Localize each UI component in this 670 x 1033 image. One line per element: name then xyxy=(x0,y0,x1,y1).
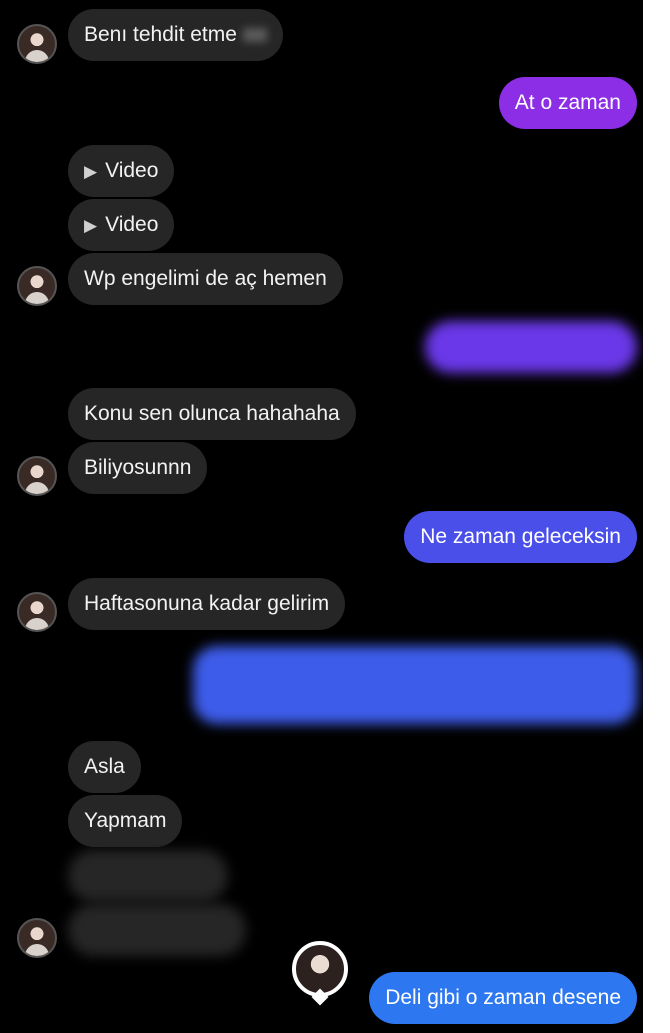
video-label: Video xyxy=(105,213,159,236)
contact-avatar[interactable] xyxy=(17,266,57,306)
message-bubble-incoming[interactable]: Konu sen olunca hahahaha xyxy=(68,388,356,440)
message-text: Konu sen olunca hahahaha xyxy=(84,402,340,425)
contact-avatar[interactable] xyxy=(17,592,57,632)
video-label: Video xyxy=(105,159,159,182)
video-message[interactable]: ▶ Video xyxy=(68,199,175,251)
message-text: Haftasonuna kadar gelirim xyxy=(84,592,330,615)
message-text: Ne zaman geleceksin xyxy=(420,525,621,548)
message-text: Yapmam xyxy=(84,809,167,832)
message-bubble-incoming[interactable]: Asla xyxy=(68,741,141,793)
message-text: At o zaman xyxy=(514,91,621,114)
message-bubble-outgoing-redacted[interactable] xyxy=(193,646,637,724)
contact-avatar[interactable] xyxy=(17,24,57,64)
message-bubble-incoming[interactable]: Haftasonuna kadar gelirim xyxy=(68,578,346,630)
message-text: Deli gibi o zaman desene xyxy=(385,986,621,1009)
message-text: Biliyosunnn xyxy=(84,456,192,479)
message-bubble-outgoing-redacted[interactable] xyxy=(425,321,637,373)
chat-screen: Benı tehdit etme At o zaman ▶ Video ▶ Vide… xyxy=(0,0,643,1033)
contact-avatar[interactable] xyxy=(17,918,57,958)
message-text: Asla xyxy=(84,755,125,778)
message-bubble-incoming[interactable]: Biliyosunnn xyxy=(68,442,208,494)
play-icon: ▶ xyxy=(84,162,98,181)
message-bubble-incoming-redacted[interactable] xyxy=(68,904,246,956)
censored-text xyxy=(242,28,267,43)
seen-avatar xyxy=(292,941,348,997)
video-message[interactable]: ▶ Video xyxy=(68,145,175,197)
message-bubble-outgoing[interactable]: Ne zaman geleceksin xyxy=(404,511,637,563)
message-bubble-incoming-redacted[interactable] xyxy=(68,850,228,902)
message-bubble-outgoing[interactable]: Deli gibi o zaman desene xyxy=(369,972,637,1024)
message-bubble-incoming[interactable]: Benı tehdit etme xyxy=(68,9,283,61)
play-icon: ▶ xyxy=(84,216,98,235)
contact-avatar[interactable] xyxy=(17,456,57,496)
message-bubble-outgoing[interactable]: At o zaman xyxy=(498,77,637,129)
message-bubble-incoming[interactable]: Wp engelimi de aç hemen xyxy=(68,253,343,305)
message-text: Wp engelimi de aç hemen xyxy=(84,267,327,290)
message-text: Benı tehdit etme xyxy=(84,23,237,46)
message-bubble-incoming[interactable]: Yapmam xyxy=(68,795,183,847)
